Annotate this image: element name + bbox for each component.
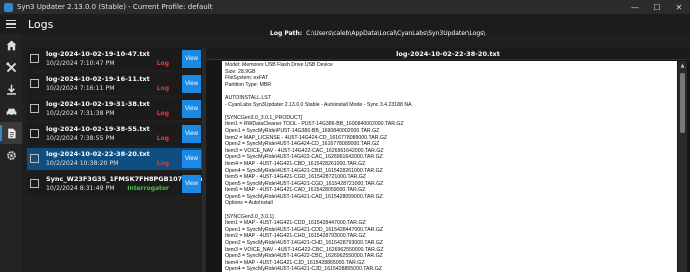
- log-line: - CyanLabs Syn3Updater 2.13.0.0 Stable -…: [225, 101, 412, 108]
- viewer-scrollbar[interactable]: ▲: [678, 61, 687, 272]
- log-row[interactable]: log-2024-10-02-19-10-47.txt 10/2/2024 7:…: [27, 48, 203, 70]
- view-button[interactable]: View: [182, 50, 201, 68]
- view-button[interactable]: View: [182, 75, 201, 93]
- log-date: 10/2/2024 8:31:49 PM: [46, 185, 115, 192]
- log-row[interactable]: log-2024-10-02-19-16-11.txt 10/2/2024 7:…: [27, 73, 203, 95]
- log-path: Log Path: C:\Users\caleb\AppData\Local\Cy…: [270, 30, 485, 37]
- log-line: Open5 = SyncMyRide\4U5T-14G421-CGD_16154…: [225, 180, 384, 187]
- log-line: Item1 = RWDataCleaner TOOL - PU5T-14G386…: [225, 121, 404, 128]
- view-button[interactable]: View: [182, 150, 201, 168]
- nav-settings[interactable]: [0, 144, 22, 166]
- car-icon: [6, 108, 16, 116]
- log-line: Open2 = SyncMyRide\4U5T-14G421-CHD_16154…: [225, 240, 384, 247]
- log-line: Item1 = MAP - 4U5T-14G421-CDD_1615428447…: [225, 220, 366, 227]
- log-line: Item2 = MAP - 4U5T-14G421-CHD_1615428793…: [225, 233, 366, 240]
- log-name: log-2024-10-02-19-10-47.txt: [46, 50, 150, 58]
- nav-download[interactable]: [0, 78, 22, 100]
- viewer-title: log-2024-10-02-22-38-20.txt: [206, 48, 690, 60]
- log-line: Item3 = VOICE_NAV - 4U5T-14G422-CAC_1626…: [225, 147, 384, 154]
- log-line: Open4 = SyncMyRide\4U5T-14G421-CBD_16154…: [225, 167, 383, 174]
- log-type: Log: [156, 85, 169, 92]
- log-line: Open1 = SyncMyRide\PU5T-14G386-BB_169084…: [225, 127, 380, 134]
- log-line: Open3 = SyncMyRide\4U5T-14G422-CBC_16269…: [225, 253, 383, 260]
- view-button[interactable]: View: [182, 175, 201, 193]
- log-path-label: Log Path:: [270, 30, 303, 37]
- log-checkbox[interactable]: [30, 104, 39, 113]
- log-row-selected[interactable]: log-2024-10-02-22-38-20.txt 10/2/2024 10…: [27, 148, 203, 170]
- window-title: Syn3 Updater 2.13.0.0 (Stable) - Current…: [17, 3, 213, 11]
- log-name: log-2024-10-02-22-38-20.txt: [46, 150, 150, 158]
- log-type: Log: [156, 135, 169, 142]
- log-list: log-2024-10-02-19-10-47.txt 10/2/2024 7:…: [27, 48, 207, 198]
- log-line: Options = AutoInstall: [225, 200, 273, 207]
- log-type: Log: [156, 60, 169, 67]
- log-date: 10/2/2024 7:10:47 PM: [46, 60, 115, 67]
- title-bar: Syn3 Updater 2.13.0.0 (Stable) - Current…: [0, 0, 690, 14]
- log-type: Log: [156, 110, 169, 117]
- sidebar: [0, 34, 22, 272]
- log-line: Partition Type: MBR: [225, 81, 272, 88]
- nav-home[interactable]: [0, 34, 22, 56]
- menu-icon[interactable]: [0, 14, 22, 34]
- scroll-up-icon[interactable]: ▲: [678, 61, 687, 70]
- log-line: Open2 = SyncMyRide\4U5T-14G424-CD_161677…: [225, 141, 380, 148]
- page-title: Logs: [28, 17, 54, 31]
- log-line: AUTOINSTALL.LST: [225, 94, 271, 101]
- nav-tools[interactable]: [0, 56, 22, 78]
- log-path-value: C:\Users\caleb\AppData\Local\CyanLabs\Sy…: [306, 30, 486, 37]
- log-date: 10/2/2024 7:31:38 PM: [46, 110, 115, 117]
- log-name: log-2024-10-02-19-31-38.txt: [46, 100, 150, 108]
- log-checkbox[interactable]: [30, 79, 39, 88]
- log-line: Item5 = MAP - 4U5T-14G421-CGD_1615428721…: [225, 174, 366, 181]
- tools-icon: [5, 61, 16, 72]
- nav-car[interactable]: [0, 100, 22, 122]
- log-name: log-2024-10-02-19-16-11.txt: [46, 75, 150, 83]
- log-line: Open3 = SyncMyRide\4U5T-14G422-CAC_16269…: [225, 154, 383, 161]
- log-line: Size: 28.9GB: [225, 68, 256, 75]
- home-icon: [6, 40, 16, 50]
- log-checkbox[interactable]: [30, 129, 39, 138]
- app-window: Syn3 Updater 2.13.0.0 (Stable) - Current…: [0, 0, 690, 272]
- log-row[interactable]: log-2024-10-02-19-31-38.txt 10/2/2024 7:…: [27, 98, 203, 120]
- scroll-thumb[interactable]: [680, 73, 685, 133]
- log-checkbox[interactable]: [30, 154, 39, 163]
- download-icon: [6, 84, 16, 95]
- log-date: 10/2/2024 7:38:55 PM: [46, 135, 115, 142]
- log-line: Open6 = SyncMyRide\4U5T-14G421-CAD_16154…: [225, 193, 383, 200]
- log-line: Open4 = SyncMyRide\4U5T-14G421-CJD_16154…: [225, 266, 382, 272]
- log-type: Log: [156, 160, 169, 167]
- log-line: Item4 = MAP - 4U5T-14G421-CJD_1615428865…: [225, 259, 365, 266]
- logs-icon: [7, 128, 16, 138]
- log-line: Model: Memorex USB Flash Drive USB Devic…: [225, 62, 333, 68]
- log-line: Item6 = MAP - 4U5T-14G421-CAD_1615428059…: [225, 187, 366, 194]
- log-line: Item4 = MAP - 4U5T-14G421-CBD_1615428261…: [225, 160, 366, 167]
- gear-icon: [6, 150, 16, 160]
- nav-logs[interactable]: [0, 122, 22, 144]
- maximize-button[interactable]: ☐: [646, 0, 668, 14]
- log-type: Interrogator: [127, 185, 169, 192]
- app-icon: [4, 2, 13, 12]
- view-button[interactable]: View: [182, 100, 201, 118]
- log-line: Item3 = VOICE_NAV - 4U5T-14G422-CBC_1626…: [225, 246, 384, 253]
- log-line: Item2 = MAP_LICENSE - 4U5T-14G424-CD_161…: [225, 134, 388, 141]
- log-line: [SYNCGen3.0_3.0.1_PRODUCT]: [225, 114, 303, 121]
- log-row[interactable]: Sync_W23F3G35_1FMSK7FH8PGB10798.xml 10/2…: [27, 173, 207, 195]
- log-line: Open1 = SyncMyRide\4U5T-14G421-CDD_16154…: [225, 226, 384, 233]
- log-line: [SYNCGen3.0_3.0.1]: [225, 213, 274, 220]
- view-button[interactable]: View: [182, 125, 201, 143]
- close-button[interactable]: ✕: [668, 0, 690, 14]
- log-row[interactable]: log-2024-10-02-19-38-55.txt 10/2/2024 7:…: [27, 123, 203, 145]
- log-line: FileSystem: exFAT: [225, 75, 269, 82]
- minimize-button[interactable]: —: [624, 0, 646, 14]
- log-checkbox[interactable]: [30, 54, 39, 63]
- log-date: 10/2/2024 10:38:20 PM: [46, 160, 119, 167]
- log-checkbox[interactable]: [30, 179, 39, 188]
- log-name: log-2024-10-02-19-38-55.txt: [46, 125, 150, 133]
- log-content[interactable]: Model: Memorex USB Flash Drive USB Devic…: [222, 61, 677, 272]
- log-date: 10/2/2024 7:16:11 PM: [46, 85, 115, 92]
- log-viewer: log-2024-10-02-22-38-20.txt Model: Memor…: [206, 48, 690, 272]
